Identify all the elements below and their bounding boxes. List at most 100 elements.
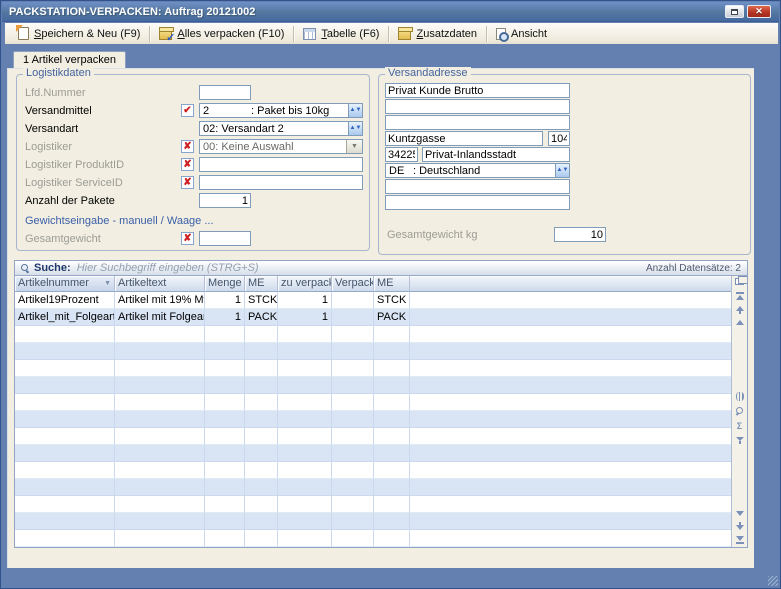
- cell[interactable]: 1: [278, 309, 332, 326]
- cell[interactable]: [332, 462, 374, 479]
- cell[interactable]: [205, 360, 245, 377]
- cell[interactable]: [15, 326, 115, 343]
- spin-updown-icon[interactable]: ▲▼: [348, 122, 362, 135]
- cell[interactable]: PACK: [374, 309, 410, 326]
- cell[interactable]: [374, 360, 410, 377]
- cell[interactable]: [15, 462, 115, 479]
- cell[interactable]: [332, 377, 374, 394]
- cell[interactable]: Artikel_mit_Folgeartikel: [15, 309, 115, 326]
- cell[interactable]: [115, 394, 205, 411]
- cell[interactable]: STCK: [245, 292, 278, 309]
- table-row[interactable]: Artikel19ProzentArtikel mit 19% MwSt.1ST…: [15, 292, 731, 309]
- cell[interactable]: [205, 496, 245, 513]
- cell[interactable]: [245, 496, 278, 513]
- cell[interactable]: [278, 479, 332, 496]
- spin-updown-icon[interactable]: ▲▼: [348, 104, 362, 117]
- cell[interactable]: [245, 513, 278, 530]
- table-row[interactable]: [15, 326, 731, 343]
- gesamtgewicht-field[interactable]: [199, 231, 251, 246]
- cell[interactable]: [245, 343, 278, 360]
- cell[interactable]: 1: [205, 292, 245, 309]
- cell[interactable]: [278, 394, 332, 411]
- cell[interactable]: [115, 326, 205, 343]
- page-down-icon[interactable]: [736, 522, 744, 530]
- cell[interactable]: Artikel mit 19% MwSt.: [115, 292, 205, 309]
- address-house-field[interactable]: [548, 131, 570, 146]
- cell[interactable]: [332, 445, 374, 462]
- cell[interactable]: [374, 479, 410, 496]
- cell[interactable]: [205, 445, 245, 462]
- column-chooser-icon[interactable]: [735, 278, 744, 285]
- cell[interactable]: Artikel mit Folgeartikel: [115, 309, 205, 326]
- cell[interactable]: [332, 292, 374, 309]
- cell[interactable]: [374, 496, 410, 513]
- cell[interactable]: [278, 462, 332, 479]
- cell[interactable]: [15, 479, 115, 496]
- address-name2-field[interactable]: [385, 99, 570, 114]
- cell[interactable]: [245, 445, 278, 462]
- cell[interactable]: [115, 360, 205, 377]
- cell[interactable]: [245, 462, 278, 479]
- cell[interactable]: [205, 479, 245, 496]
- cell[interactable]: [15, 360, 115, 377]
- cell[interactable]: STCK: [374, 292, 410, 309]
- serviceid-field[interactable]: [199, 175, 363, 190]
- cell[interactable]: [278, 496, 332, 513]
- cell[interactable]: [15, 428, 115, 445]
- cell[interactable]: [15, 445, 115, 462]
- pakete-field[interactable]: [199, 193, 251, 208]
- cell[interactable]: [115, 513, 205, 530]
- versandmittel-check-button[interactable]: ✔: [181, 104, 194, 117]
- cell[interactable]: [15, 530, 115, 547]
- cell[interactable]: [205, 377, 245, 394]
- cell[interactable]: Artikel19Prozent: [15, 292, 115, 309]
- weight-entry-link[interactable]: Gewichtseingabe - manuell / Waage ...: [25, 215, 214, 227]
- cell[interactable]: [115, 496, 205, 513]
- cell[interactable]: [332, 513, 374, 530]
- cell[interactable]: [278, 530, 332, 547]
- save-new-button[interactable]: Speichern & Neu (F9): [11, 24, 147, 43]
- cell[interactable]: [205, 462, 245, 479]
- cell[interactable]: [245, 411, 278, 428]
- summary-icon[interactable]: Σ: [737, 422, 742, 431]
- cell[interactable]: [205, 428, 245, 445]
- tab-artikel-verpacken[interactable]: 1 Artikel verpacken: [13, 51, 126, 68]
- address-extra1-field[interactable]: [385, 179, 570, 194]
- cell[interactable]: [115, 462, 205, 479]
- column-header[interactable]: ME: [245, 276, 278, 292]
- show-columns-icon[interactable]: [736, 392, 744, 401]
- cell[interactable]: [115, 411, 205, 428]
- filter-icon[interactable]: [736, 437, 744, 444]
- cell[interactable]: [278, 513, 332, 530]
- table-row[interactable]: [15, 343, 731, 360]
- cell[interactable]: [15, 496, 115, 513]
- cell[interactable]: [278, 411, 332, 428]
- table-row[interactable]: [15, 496, 731, 513]
- cell[interactable]: [15, 513, 115, 530]
- search-rows-icon[interactable]: [735, 407, 744, 416]
- resize-grip[interactable]: [768, 576, 778, 586]
- logistiker-clear-button[interactable]: ✘: [181, 140, 194, 153]
- cell[interactable]: [245, 479, 278, 496]
- cell[interactable]: PACK: [245, 309, 278, 326]
- cell[interactable]: [205, 326, 245, 343]
- cell[interactable]: [374, 530, 410, 547]
- column-header[interactable]: Menge: [205, 276, 245, 292]
- produktid-clear-button[interactable]: ✘: [181, 158, 194, 171]
- cell[interactable]: [15, 377, 115, 394]
- cell[interactable]: [245, 377, 278, 394]
- cell[interactable]: [205, 411, 245, 428]
- cell[interactable]: [332, 394, 374, 411]
- close-button[interactable]: ✕: [747, 5, 771, 18]
- cell[interactable]: [115, 428, 205, 445]
- cell[interactable]: [245, 394, 278, 411]
- go-last-row-icon[interactable]: [736, 536, 744, 545]
- cell[interactable]: [205, 343, 245, 360]
- address-zip-field[interactable]: [385, 147, 418, 162]
- cell[interactable]: [332, 428, 374, 445]
- table-row[interactable]: [15, 411, 731, 428]
- cell[interactable]: [205, 394, 245, 411]
- address-extra2-field[interactable]: [385, 195, 570, 210]
- cell[interactable]: [15, 343, 115, 360]
- cell[interactable]: [374, 377, 410, 394]
